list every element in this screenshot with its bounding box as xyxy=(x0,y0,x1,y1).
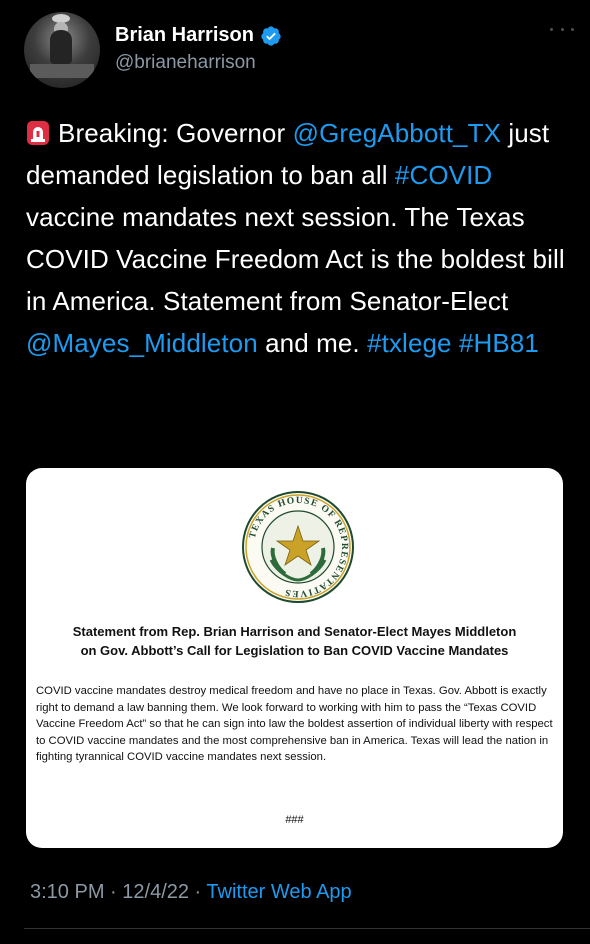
divider xyxy=(24,928,590,929)
tweet-date[interactable]: 12/4/22 xyxy=(122,881,189,903)
source-app-link[interactable]: Twitter Web App xyxy=(206,881,351,903)
texas-house-seal-icon: TEXAS HOUSE OF REPRESENTATIVES xyxy=(242,491,354,603)
tweet-text-segment: and me. xyxy=(257,328,368,358)
avatar[interactable] xyxy=(24,12,100,88)
hashtag-link[interactable]: #txlege xyxy=(367,328,452,358)
statement-end-mark: ### xyxy=(285,814,304,826)
hashtag-link[interactable]: #HB81 xyxy=(459,328,539,358)
author-handle[interactable]: @brianeharrison xyxy=(115,52,256,74)
author-name-row[interactable]: Brian Harrison xyxy=(115,24,282,47)
statement-image[interactable]: TEXAS HOUSE OF REPRESENTATIVES Statement… xyxy=(26,468,563,848)
tweet-text-segment xyxy=(452,328,459,358)
mention-link[interactable]: @Mayes_Middleton xyxy=(26,328,258,358)
tweet-text-segment: vaccine mandates next session. The Texas… xyxy=(26,202,565,316)
more-options-icon[interactable] xyxy=(550,24,574,34)
mention-link[interactable]: @GregAbbott_TX xyxy=(293,118,501,148)
statement-body: COVID vaccine mandates destroy medical f… xyxy=(36,685,553,763)
tweet-time[interactable]: 3:10 PM xyxy=(30,881,104,903)
police-siren-icon xyxy=(27,121,49,145)
hashtag-link[interactable]: #COVID xyxy=(395,160,492,190)
tweet-meta: 3:10 PM · 12/4/22 · Twitter Web App xyxy=(30,881,352,904)
meta-separator: · xyxy=(189,881,207,903)
meta-separator: · xyxy=(104,881,123,903)
tweet-header: Brian Harrison @brianeharrison xyxy=(24,12,574,88)
verified-badge-icon xyxy=(261,25,281,46)
tweet-text-segment: Breaking: Governor xyxy=(58,118,293,148)
author-name[interactable]: Brian Harrison xyxy=(115,24,254,47)
tweet-text: Breaking: Governor @GregAbbott_TX just d… xyxy=(26,112,574,364)
statement-title: Statement from Rep. Brian Harrison and S… xyxy=(72,624,517,658)
